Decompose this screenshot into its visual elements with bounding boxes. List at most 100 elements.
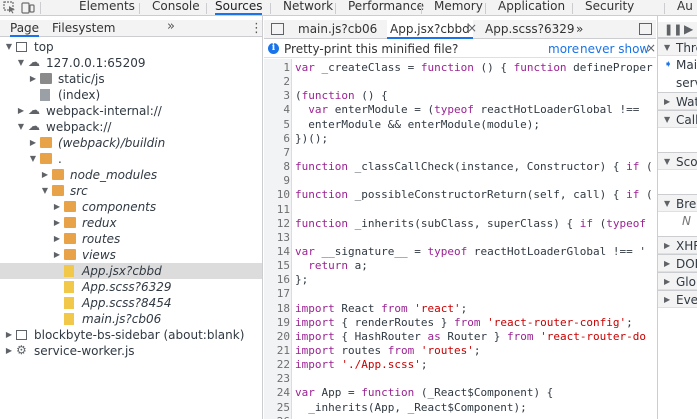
tree-item[interactable]: App.jsx?cbbd: [0, 263, 262, 279]
device-toolbar-icon[interactable]: [21, 1, 35, 14]
tree-item[interactable]: ▼ ☁ webpack://: [0, 119, 262, 135]
line-number[interactable]: 19: [264, 316, 290, 329]
sidebar-section-header[interactable]: ▼ Threa: [658, 38, 697, 56]
expand-arrow-icon[interactable]: ▶: [40, 167, 50, 183]
expand-arrow-icon[interactable]: ▶: [664, 93, 670, 111]
expand-arrow-icon[interactable]: ▶: [28, 71, 38, 87]
line-number[interactable]: 10: [264, 188, 290, 201]
tree-item[interactable]: App.scss?6329: [0, 279, 262, 295]
line-number[interactable]: 15: [264, 259, 290, 272]
expand-arrow-icon[interactable]: ▶: [4, 327, 14, 343]
collapse-arrow-icon[interactable]: ▼: [16, 119, 26, 135]
line-number[interactable]: 4: [264, 103, 290, 116]
tree-item[interactable]: ▼ top: [0, 39, 262, 55]
line-number[interactable]: 23: [264, 372, 290, 385]
line-number[interactable]: 9: [264, 174, 290, 187]
toggle-navigator-icon[interactable]: [271, 23, 284, 35]
line-number[interactable]: 11: [264, 203, 290, 216]
tab-console[interactable]: Console: [152, 0, 200, 15]
tab-filesystem[interactable]: Filesystem: [52, 21, 115, 35]
tree-item[interactable]: main.js?cb06: [0, 311, 262, 327]
tree-item[interactable]: ▶ blockbyte-bs-sidebar (about:blank): [0, 327, 262, 343]
expand-arrow-icon[interactable]: ▶: [52, 199, 62, 215]
expand-arrow-icon[interactable]: ▶: [4, 343, 14, 359]
sidebar-row[interactable]: ➧ Mai: [658, 56, 697, 74]
tree-item[interactable]: ▶ ⚙ service-worker.js: [0, 343, 262, 359]
collapse-arrow-icon[interactable]: ▼: [28, 151, 38, 167]
sidebar-section-header[interactable]: ▶ XHR: [658, 236, 697, 254]
expand-arrow-icon[interactable]: ▶: [664, 255, 670, 273]
navigator-menu-icon[interactable]: ⋮: [250, 21, 262, 36]
expand-arrow-icon[interactable]: ▶: [664, 273, 670, 291]
sidebar-row[interactable]: serv: [658, 74, 697, 92]
tab-application[interactable]: Application: [498, 0, 565, 15]
tree-item[interactable]: ▶ redux: [0, 215, 262, 231]
line-number[interactable]: 7: [264, 146, 290, 159]
tree-item[interactable]: ▶ node_modules: [0, 167, 262, 183]
collapse-arrow-icon[interactable]: ▼: [664, 39, 670, 57]
close-tab-icon[interactable]: ×: [467, 21, 477, 35]
line-number[interactable]: 1: [264, 61, 290, 74]
line-number[interactable]: 25: [264, 401, 290, 414]
editor-tab-main-js[interactable]: main.js?cb06: [298, 22, 377, 36]
tree-item[interactable]: ▶ views: [0, 247, 262, 263]
line-number[interactable]: 8: [264, 160, 290, 173]
tab-security[interactable]: Security: [585, 0, 634, 15]
line-number[interactable]: 13: [264, 231, 290, 244]
line-number-gutter[interactable]: 1 2 3 4 5 6 7 8 9 10 11 12 13 14 15 16 17 18 19 20 21 22 23 24 2…: [264, 59, 292, 419]
line-number[interactable]: 24: [264, 386, 290, 399]
line-number[interactable]: 2: [264, 75, 290, 88]
collapse-arrow-icon[interactable]: ▼: [664, 195, 670, 213]
tree-item[interactable]: ▶ components: [0, 199, 262, 215]
tree-item[interactable]: ▼.: [0, 151, 262, 167]
pause-icon[interactable]: ❚❚: [664, 23, 682, 36]
sidebar-section-header[interactable]: ▼ Call: [658, 110, 697, 128]
sidebar-section-header[interactable]: ▶ Glob: [658, 272, 697, 290]
tree-item[interactable]: ▶ static/js: [0, 71, 262, 87]
infobar-close-icon[interactable]: ×: [646, 41, 656, 55]
expand-arrow-icon[interactable]: ▶: [52, 247, 62, 263]
line-number[interactable]: 3: [264, 89, 290, 102]
line-number[interactable]: 17: [264, 287, 290, 300]
more-tabs-chevron-icon[interactable]: »: [167, 19, 175, 34]
collapse-arrow-icon[interactable]: ▼: [664, 111, 670, 129]
line-number[interactable]: 5: [264, 118, 290, 131]
tree-item[interactable]: (index): [0, 87, 262, 103]
toggle-debugger-icon[interactable]: [639, 23, 652, 35]
line-number[interactable]: 14: [264, 245, 290, 258]
collapse-arrow-icon[interactable]: ▼: [16, 55, 26, 71]
tree-item[interactable]: ▼ ☁ 127.0.0.1:65209: [0, 55, 262, 71]
line-number[interactable]: 12: [264, 217, 290, 230]
code-area[interactable]: var _createClass = function () { functio…: [292, 59, 656, 419]
tab-performance[interactable]: Performance: [348, 0, 424, 15]
collapse-arrow-icon[interactable]: ▼: [4, 39, 14, 55]
infobar-more-link[interactable]: more: [548, 42, 579, 56]
collapse-arrow-icon[interactable]: ▼: [664, 153, 670, 171]
line-number[interactable]: 18: [264, 302, 290, 315]
sidebar-section-header[interactable]: ▶ Even: [658, 290, 697, 308]
line-number[interactable]: 22: [264, 358, 290, 371]
sidebar-row[interactable]: N: [658, 212, 697, 230]
line-number[interactable]: 21: [264, 344, 290, 357]
expand-arrow-icon[interactable]: ▶: [664, 291, 670, 309]
sidebar-section-header[interactable]: ▼ Brea: [658, 194, 697, 212]
tab-network[interactable]: Network: [283, 0, 333, 15]
editor-tab-app-jsx[interactable]: App.jsx?cbbd: [387, 20, 473, 39]
expand-arrow-icon[interactable]: ▶: [52, 215, 62, 231]
tree-item[interactable]: ▼ src: [0, 183, 262, 199]
tab-audits[interactable]: Au: [677, 0, 693, 15]
expand-arrow-icon[interactable]: ▶: [664, 237, 670, 255]
editor-tab-app-scss[interactable]: App.scss?6329: [485, 22, 575, 36]
expand-arrow-icon[interactable]: ▶: [52, 231, 62, 247]
line-number[interactable]: 20: [264, 330, 290, 343]
line-number[interactable]: 6: [264, 132, 290, 145]
tree-item[interactable]: ▶ routes: [0, 231, 262, 247]
tab-page[interactable]: Page: [10, 21, 40, 37]
tree-item[interactable]: App.scss?8454: [0, 295, 262, 311]
sidebar-section-header[interactable]: ▶ DOM: [658, 254, 697, 272]
tab-sources[interactable]: Sources: [215, 0, 263, 15]
tree-item[interactable]: ▶ ☁ webpack-internal://: [0, 103, 262, 119]
line-number[interactable]: 26: [264, 415, 290, 419]
sidebar-section-header[interactable]: ▼ Scop: [658, 152, 697, 170]
more-editor-tabs-chevron-icon[interactable]: »: [576, 22, 583, 36]
